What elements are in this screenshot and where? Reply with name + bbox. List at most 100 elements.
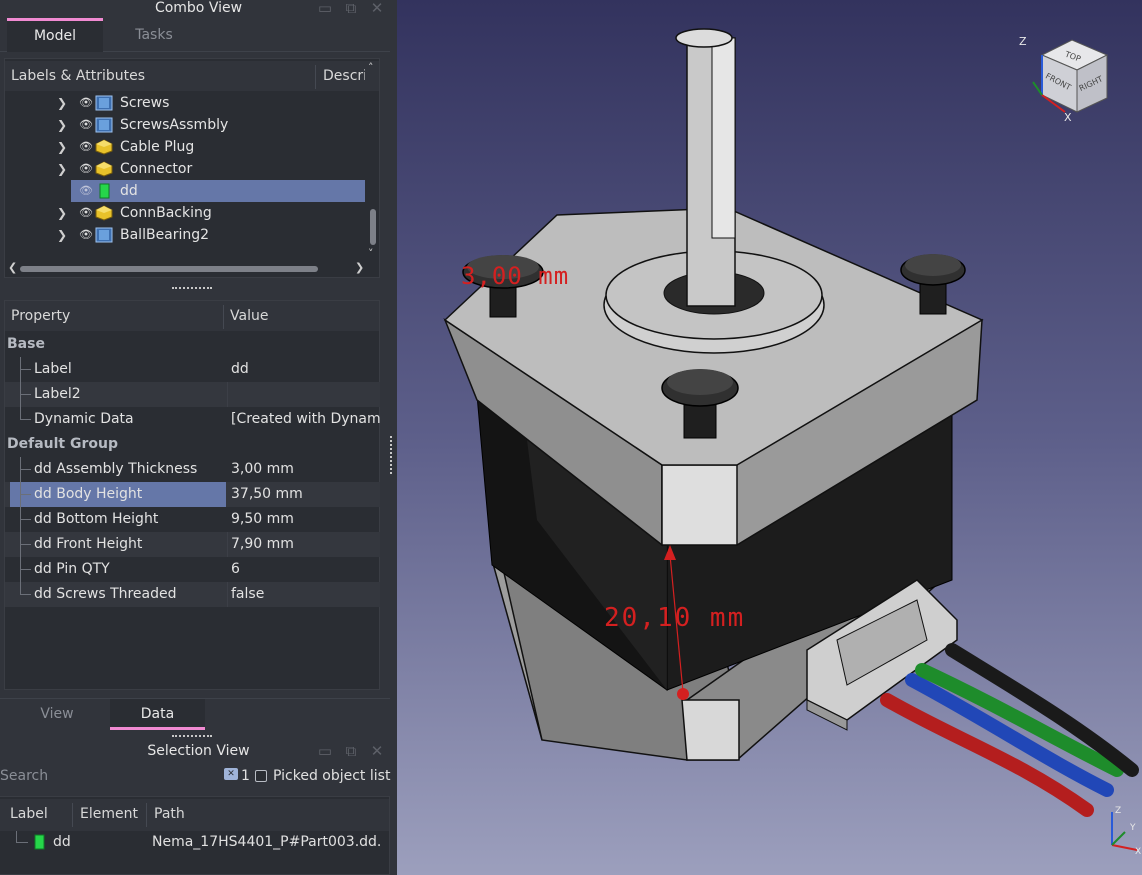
tree-item-ballbearing2[interactable]: ❯ 👁 BallBearing2	[5, 224, 365, 246]
eye-icon[interactable]: 👁	[79, 92, 93, 114]
property-row-bottom-height[interactable]: dd Bottom Height 9,50 mm	[5, 507, 380, 532]
part-icon	[95, 139, 113, 155]
scroll-down-icon[interactable]: ˅	[368, 247, 374, 260]
tree-vertical-scrollbar[interactable]	[370, 209, 376, 245]
property-row-label[interactable]: Label dd	[5, 357, 380, 382]
tree-item-connector[interactable]: ❯ 👁 Connector	[5, 158, 365, 180]
triad-y-label: Y	[1129, 823, 1136, 833]
combo-view-dock-buttons: ▭ ⧉ ✕	[317, 0, 385, 16]
assembly-icon	[95, 95, 113, 111]
scroll-up-icon[interactable]: ˄	[368, 61, 374, 74]
selection-search-placeholder: Search	[0, 768, 49, 784]
property-row-pin-qty[interactable]: dd Pin QTY 6	[5, 557, 380, 582]
selection-row[interactable]: dd Nema_17HS4401_P#Part003.dd.	[0, 831, 390, 853]
tree-item-cable-plug[interactable]: ❯ 👁 Cable Plug	[5, 136, 365, 158]
tree-item-label: Connector	[120, 161, 193, 177]
view-data-tabbar: View Data	[0, 698, 390, 730]
tree-item-label: Screws	[120, 95, 170, 111]
navcube-z-label: Z	[1019, 35, 1027, 48]
tab-data-indicator	[110, 727, 205, 730]
tab-model[interactable]: Model	[7, 18, 103, 52]
property-row-screws-threaded[interactable]: dd Screws Threaded false	[5, 582, 380, 607]
assembly-icon	[95, 227, 113, 243]
tree-item-label: ScrewsAssmbly	[120, 117, 229, 133]
property-row-body-height[interactable]: dd Body Height 37,50 mm	[5, 482, 380, 507]
3d-viewport[interactable]: TOP FRONT RIGHT Z X Y Z X 3,00 mm 20,10 …	[397, 0, 1142, 875]
hidden-eye-icon[interactable]: 👁	[79, 180, 93, 202]
eye-icon[interactable]: 👁	[79, 114, 93, 136]
scroll-left-icon[interactable]: ❮	[8, 261, 17, 274]
selection-row-path: Nema_17HS4401_P#Part003.dd.	[152, 834, 382, 850]
selection-search-field[interactable]: Search	[0, 766, 220, 788]
picked-object-list-checkbox[interactable]	[255, 770, 267, 782]
picked-object-list-label: Picked object list	[273, 768, 391, 784]
tree-property-splitter[interactable]	[172, 287, 212, 289]
minimize-icon[interactable]: ▭	[317, 0, 333, 16]
chevron-right-icon[interactable]: ❯	[57, 202, 69, 224]
eye-icon[interactable]: 👁	[79, 136, 93, 158]
minimize-icon[interactable]: ▭	[317, 743, 333, 759]
chevron-right-icon[interactable]: ❯	[57, 158, 69, 180]
property-editor: Property Value Base Label dd Label2 Dyna…	[4, 300, 381, 690]
selection-table: Label Element Path dd Nema_17HS4401_P#Pa…	[0, 796, 390, 875]
navigation-cube[interactable]: TOP FRONT RIGHT Z X	[1019, 35, 1109, 124]
selection-view-dock-buttons: ▭ ⧉ ✕	[317, 743, 385, 759]
chevron-right-icon[interactable]: ❯	[57, 114, 69, 136]
eye-icon[interactable]: 👁	[79, 158, 93, 180]
chevron-right-icon[interactable]: ❯	[57, 136, 69, 158]
property-row-front-height[interactable]: dd Front Height 7,90 mm	[5, 532, 380, 557]
property-resize-handle[interactable]	[390, 436, 392, 474]
selection-splitter[interactable]	[172, 735, 212, 737]
property-group-default[interactable]: Default Group	[5, 432, 380, 457]
property-header: Property Value	[5, 301, 379, 331]
chevron-right-icon[interactable]: ❯	[57, 92, 69, 114]
assembly-icon	[95, 117, 113, 133]
axis-triad: Y Z X	[1111, 806, 1141, 857]
eye-icon[interactable]: 👁	[79, 202, 93, 224]
selection-header-path[interactable]: Path	[148, 799, 185, 829]
selection-header-element[interactable]: Element	[74, 799, 138, 829]
property-header-value[interactable]: Value	[224, 301, 268, 331]
clear-search-icon[interactable]: ✕	[224, 768, 238, 780]
selection-header-label[interactable]: Label	[4, 799, 48, 829]
tree-item-label: BallBearing2	[120, 227, 210, 243]
triad-x-label: X	[1135, 847, 1141, 857]
tab-data[interactable]: Data	[110, 699, 205, 729]
chevron-right-icon[interactable]: ❯	[57, 224, 69, 246]
dimension-label-height[interactable]: 20,10 mm	[604, 603, 745, 633]
property-row-label2[interactable]: Label2	[5, 382, 380, 407]
float-icon[interactable]: ⧉	[343, 743, 359, 759]
float-icon[interactable]: ⧉	[343, 0, 359, 16]
tree-header-labels[interactable]: Labels & Attributes	[5, 61, 145, 91]
selection-count: 1	[241, 768, 250, 784]
selection-row-label: dd	[53, 834, 71, 850]
tree-item-screws[interactable]: ❯ 👁 Screws	[5, 92, 365, 114]
property-header-property[interactable]: Property	[5, 301, 70, 331]
tree-item-dd[interactable]: 👁 dd	[71, 180, 365, 202]
combo-view-panel: Combo View ▭ ⧉ ✕ Model Tasks Labels & At…	[0, 0, 397, 875]
tree-item-label: Cable Plug	[120, 139, 195, 155]
close-icon[interactable]: ✕	[369, 743, 385, 759]
tab-view[interactable]: View	[8, 699, 106, 729]
tree-item-connbacking[interactable]: ❯ 👁 ConnBacking	[5, 202, 365, 224]
scroll-right-icon[interactable]: ❯	[355, 261, 364, 274]
tree-header-description[interactable]: Descri	[317, 61, 365, 91]
eye-icon[interactable]: 👁	[79, 224, 93, 246]
dimension-label-thickness[interactable]: 3,00 mm	[461, 262, 569, 290]
model-tree: Labels & Attributes Descri ❯ 👁 Screws ❯ …	[4, 58, 380, 278]
tree-item-screwsassmbly[interactable]: ❯ 👁 ScrewsAssmbly	[5, 114, 365, 136]
part-icon	[95, 205, 113, 221]
stepper-motor-model[interactable]: TOP FRONT RIGHT Z X Y Z X	[397, 0, 1142, 875]
tree-item-label: dd	[120, 183, 138, 199]
close-icon[interactable]: ✕	[369, 0, 385, 16]
property-row-dynamic-data[interactable]: Dynamic Data [Created with Dynam...	[5, 407, 381, 432]
property-row-assembly-thickness[interactable]: dd Assembly Thickness 3,00 mm	[5, 457, 380, 482]
spreadsheet-icon	[99, 183, 110, 199]
dimension-point-icon	[677, 688, 689, 700]
navcube-x-label: X	[1064, 111, 1072, 124]
property-group-base[interactable]: Base	[5, 332, 380, 357]
tree-horizontal-scrollbar[interactable]	[20, 266, 318, 272]
tab-tasks[interactable]: Tasks	[106, 18, 202, 52]
selection-header: Label Element Path	[0, 799, 389, 831]
triad-z-label: Z	[1115, 806, 1121, 816]
